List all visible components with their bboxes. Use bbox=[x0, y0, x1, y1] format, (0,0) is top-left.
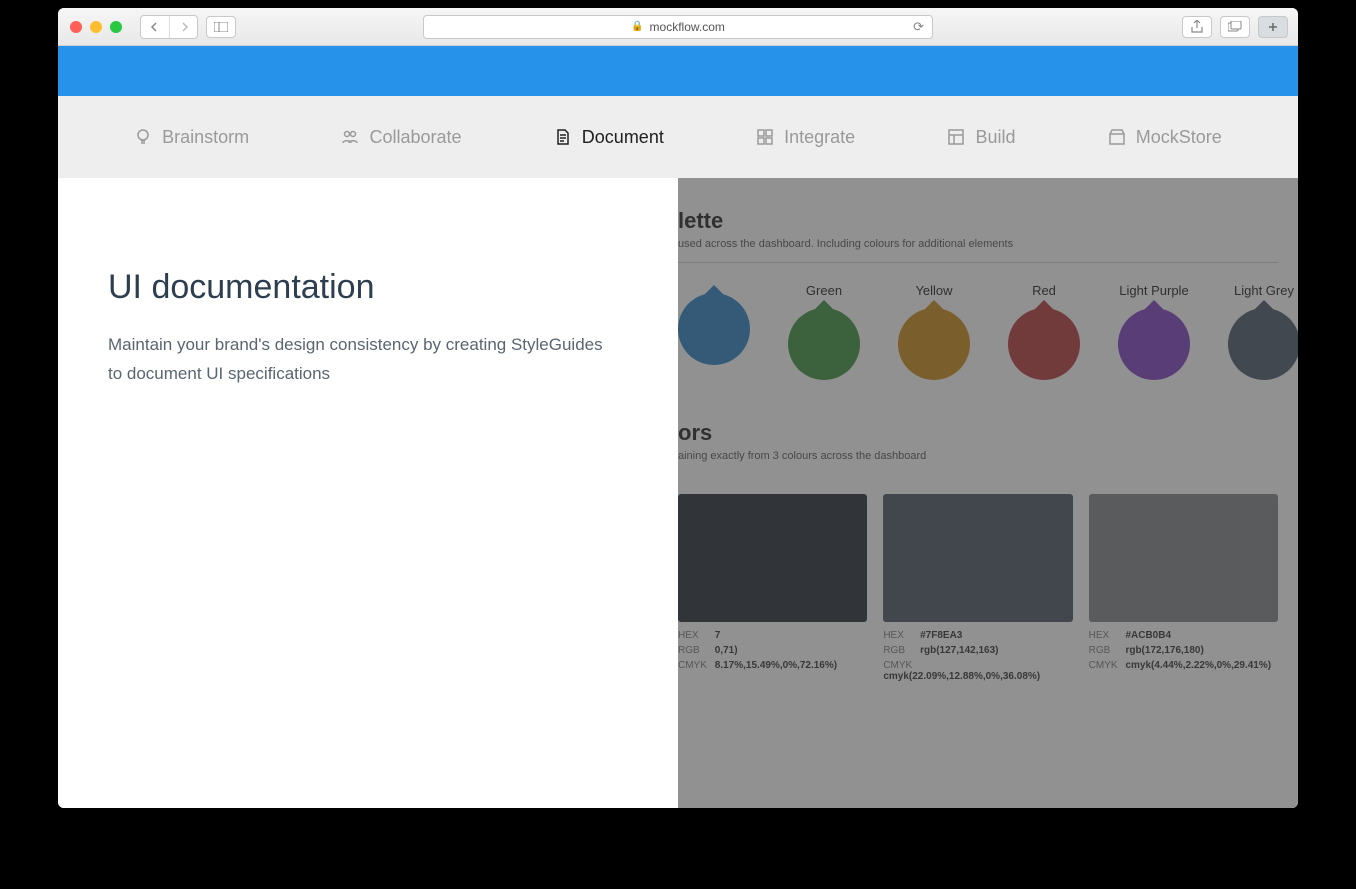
preview-pane: lette used across the dashboard. Includi… bbox=[678, 178, 1298, 808]
color-swatch bbox=[678, 494, 867, 622]
tab-label: Brainstorm bbox=[162, 127, 249, 148]
close-window-button[interactable] bbox=[70, 21, 82, 33]
drop-swatch bbox=[788, 308, 860, 380]
maximize-window-button[interactable] bbox=[110, 21, 122, 33]
right-controls bbox=[1182, 16, 1288, 38]
browser-window: 🔒 mockflow.com ⟳ Brainstorm Collaborate bbox=[58, 8, 1298, 808]
reload-icon[interactable]: ⟳ bbox=[913, 19, 924, 35]
lock-icon: 🔒 bbox=[631, 21, 643, 32]
drop-label: Light Grey bbox=[1228, 283, 1298, 298]
document-icon bbox=[554, 128, 572, 146]
tab-collaborate[interactable]: Collaborate bbox=[341, 127, 461, 148]
drop-label: Yellow bbox=[898, 283, 970, 298]
tab-integrate[interactable]: Integrate bbox=[756, 127, 855, 148]
color-drop: Light Grey bbox=[1228, 283, 1298, 380]
tab-brainstorm[interactable]: Brainstorm bbox=[134, 127, 249, 148]
tab-label: Integrate bbox=[784, 127, 855, 148]
color-swatch bbox=[1089, 494, 1278, 622]
color-meta-line: HEX #7F8EA3 bbox=[883, 630, 1072, 641]
palette-title: lette bbox=[678, 208, 1278, 234]
grid-icon bbox=[756, 128, 774, 146]
store-icon bbox=[1108, 128, 1126, 146]
colors-title: ors bbox=[678, 420, 1278, 446]
color-meta-line: RGB rgb(127,142,163) bbox=[883, 645, 1072, 656]
color-drop: Yellow bbox=[898, 283, 970, 380]
tab-build[interactable]: Build bbox=[947, 127, 1015, 148]
url-text: mockflow.com bbox=[650, 20, 725, 34]
feature-pane: UI documentation Maintain your brand's d… bbox=[58, 178, 678, 808]
color-swatch bbox=[883, 494, 1072, 622]
color-meta-line: RGB 0,71) bbox=[678, 645, 867, 656]
color-card: HEX 7 RGB 0,71) CMYK 8.17%,15.49%,0%,72.16… bbox=[678, 494, 867, 686]
color-drop bbox=[678, 283, 750, 380]
feature-description: Maintain your brand's design consistency… bbox=[108, 331, 618, 389]
tabs-row: Brainstorm Collaborate Document Integrat… bbox=[58, 96, 1298, 178]
color-meta-line: RGB rgb(172,176,180) bbox=[1089, 645, 1278, 656]
url-bar[interactable]: 🔒 mockflow.com ⟳ bbox=[423, 15, 933, 39]
lightbulb-icon bbox=[134, 128, 152, 146]
color-cards-row: HEX 7 RGB 0,71) CMYK 8.17%,15.49%,0%,72.16… bbox=[678, 494, 1278, 686]
people-icon bbox=[341, 128, 359, 146]
drop-label: Green bbox=[788, 283, 860, 298]
tab-mockstore[interactable]: MockStore bbox=[1108, 127, 1222, 148]
color-drop: Red bbox=[1008, 283, 1080, 380]
app-header bbox=[58, 46, 1298, 96]
feature-title: UI documentation bbox=[108, 268, 628, 307]
color-meta-line: CMYK 8.17%,15.49%,0%,72.16%) bbox=[678, 660, 867, 671]
styleguide-panel: lette used across the dashboard. Includi… bbox=[678, 208, 1278, 686]
drop-swatch bbox=[898, 308, 970, 380]
drop-swatch bbox=[1008, 308, 1080, 380]
traffic-lights bbox=[70, 21, 122, 33]
drop-swatch bbox=[1228, 308, 1298, 380]
color-meta-line: HEX #ACB0B4 bbox=[1089, 630, 1278, 641]
layout-icon bbox=[947, 128, 965, 146]
color-drop: Green bbox=[788, 283, 860, 380]
back-button[interactable] bbox=[141, 16, 169, 38]
color-drop: Light Purple bbox=[1118, 283, 1190, 380]
nav-button-group bbox=[140, 15, 198, 39]
titlebar: 🔒 mockflow.com ⟳ bbox=[58, 8, 1298, 46]
palette-subtitle: used across the dashboard. Including col… bbox=[678, 238, 1278, 263]
forward-button[interactable] bbox=[169, 16, 197, 38]
colors-subtitle: aining exactly from 3 colours across the… bbox=[678, 450, 1278, 474]
color-meta-line: CMYK cmyk(22.09%,12.88%,0%,36.08%) bbox=[883, 660, 1072, 682]
tab-label: MockStore bbox=[1136, 127, 1222, 148]
color-card: HEX #ACB0B4 RGB rgb(172,176,180) CMYK cmyk… bbox=[1089, 494, 1278, 686]
color-card: HEX #7F8EA3 RGB rgb(127,142,163) CMYK cmyk… bbox=[883, 494, 1072, 686]
new-tab-button[interactable] bbox=[1258, 16, 1288, 38]
color-meta-line: HEX 7 bbox=[678, 630, 867, 641]
color-drops-row: GreenYellowRedLight PurpleLight Grey bbox=[678, 283, 1278, 380]
drop-label: Light Purple bbox=[1118, 283, 1190, 298]
minimize-window-button[interactable] bbox=[90, 21, 102, 33]
drop-swatch bbox=[1118, 308, 1190, 380]
tab-label: Document bbox=[582, 127, 664, 148]
tabs-overview-button[interactable] bbox=[1220, 16, 1250, 38]
share-button[interactable] bbox=[1182, 16, 1212, 38]
tab-label: Collaborate bbox=[369, 127, 461, 148]
content-area: UI documentation Maintain your brand's d… bbox=[58, 178, 1298, 808]
tab-label: Build bbox=[975, 127, 1015, 148]
drop-label: Red bbox=[1008, 283, 1080, 298]
tab-document[interactable]: Document bbox=[554, 127, 664, 148]
drop-swatch bbox=[678, 293, 750, 365]
sidebar-toggle-button[interactable] bbox=[206, 16, 236, 38]
color-meta-line: CMYK cmyk(4.44%,2.22%,0%,29.41%) bbox=[1089, 660, 1278, 671]
